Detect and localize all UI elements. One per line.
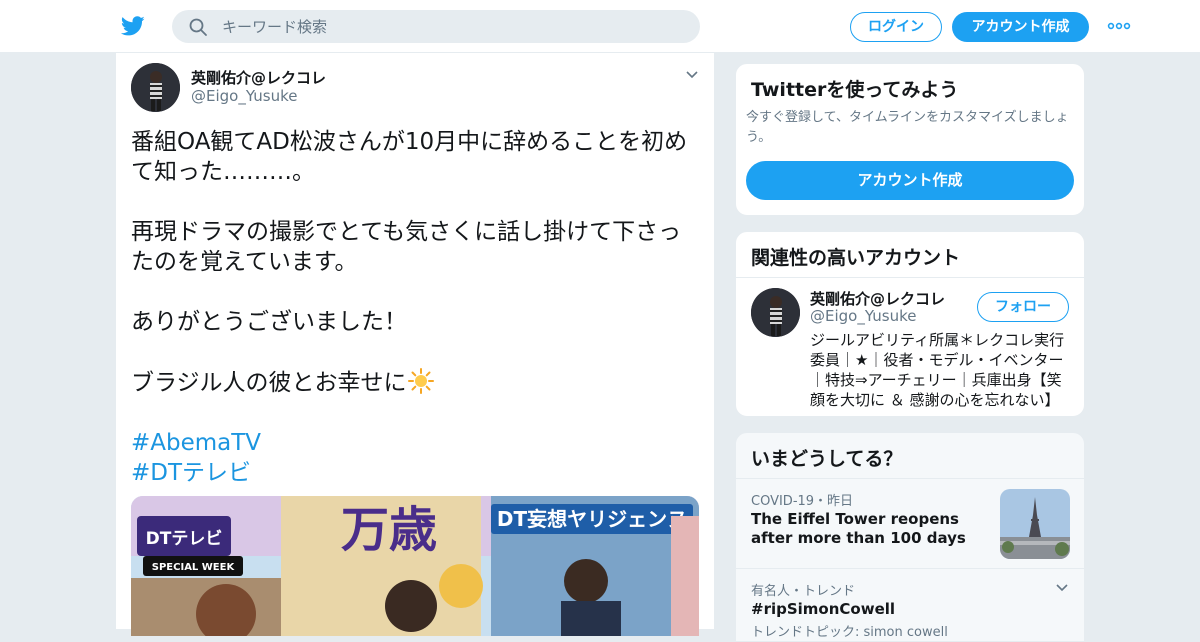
tweet-line: ブラジル人の彼とお幸せに <box>131 367 701 398</box>
search-bar[interactable] <box>172 10 700 43</box>
signup-card-title: Twitterを使ってみよう <box>751 79 959 101</box>
tweet-line: 番組OA観てAD松波さんが10月中に辞めることを初めて知った………。 <box>131 129 688 185</box>
trend-title[interactable]: The Eiffel Tower reopens after more than… <box>751 510 991 548</box>
hashtag-link[interactable]: #DTテレビ <box>131 458 701 488</box>
tweet-line-text: ブラジル人の彼とお幸せに <box>131 370 407 396</box>
signup-card: Twitterを使ってみよう 今すぐ登録して、タイムラインをカスタマイズしましょ… <box>735 63 1085 216</box>
divider <box>736 478 1084 479</box>
divider <box>736 568 1084 569</box>
more-options-icon[interactable] <box>1107 18 1131 34</box>
media-banner-text: DT妄想ヤリジェンヌ <box>497 507 687 531</box>
chevron-down-icon[interactable] <box>684 67 700 83</box>
hashtag-link[interactable]: #AbemaTV <box>131 428 701 458</box>
account-name[interactable]: 英剛佑介@レクコレ <box>810 288 945 309</box>
divider <box>736 277 1084 278</box>
trend-title[interactable]: #ripSimonCowell <box>751 600 895 618</box>
trends-card: いまどうしてる？ COVID-19・昨日 The Eiffel Tower re… <box>735 432 1085 642</box>
hashtags: #AbemaTV #DTテレビ <box>131 428 701 488</box>
avatar[interactable] <box>751 288 800 337</box>
login-button[interactable]: ログイン <box>850 12 942 42</box>
trends-title: いまどうしてる？ <box>751 448 903 470</box>
trend-thumbnail[interactable] <box>1000 489 1070 559</box>
media-big-text: 万歳 <box>341 502 437 558</box>
signup-card-button[interactable]: アカウント作成 <box>746 161 1074 200</box>
media-logo-text: DTテレビ <box>146 529 223 549</box>
top-bar: ログイン アカウント作成 <box>0 0 1200 53</box>
relevant-accounts-card: 関連性の高いアカウント 英剛佑介@レクコレ @Eigo_Yusuke フォロー … <box>735 231 1085 417</box>
tweet-line: ありがとうございました！ <box>131 309 407 335</box>
follow-button[interactable]: フォロー <box>977 292 1069 322</box>
search-input[interactable] <box>222 10 682 43</box>
trend-meta: 有名人・トレンド <box>751 584 856 599</box>
author-name[interactable]: 英剛佑介@レクコレ <box>191 67 326 88</box>
tweet-text: 番組OA観てAD松波さんが10月中に辞めることを初めて知った………。 再現ドラマ… <box>131 127 701 488</box>
twitter-bird-icon[interactable] <box>120 14 146 38</box>
trend-meta: COVID-19・昨日 <box>751 494 854 509</box>
search-icon <box>189 18 207 36</box>
tweet-line: 再現ドラマの撮影でとても気さくに話し掛けて下さったのを覚えています。 <box>131 219 682 275</box>
author-handle[interactable]: @Eigo_Yusuke <box>191 87 298 105</box>
chevron-down-icon[interactable] <box>1054 580 1070 596</box>
tweet-media-image[interactable]: DT妄想ヤリジェンヌ DTテレビ SPECIAL WEEK 万歳 <box>131 496 699 636</box>
sun-emoji-icon <box>407 368 434 394</box>
tweet-column: 英剛佑介@レクコレ @Eigo_Yusuke 番組OA観てAD松波さんが10月中… <box>115 53 715 636</box>
media-special-week: SPECIAL WEEK <box>152 562 236 573</box>
trend-subtitle: トレンドトピック: simon cowell <box>751 625 948 640</box>
account-handle[interactable]: @Eigo_Yusuke <box>810 307 917 325</box>
relevant-accounts-title: 関連性の高いアカウント <box>751 247 961 269</box>
avatar[interactable] <box>131 63 180 112</box>
signup-button[interactable]: アカウント作成 <box>952 12 1089 42</box>
signup-card-subtitle: 今すぐ登録して、タイムラインをカスタマイズしましょう。 <box>746 110 1069 145</box>
account-bio: ジールアビリティ所属＊レクコレ実行委員｜★｜役者・モデル・イベンター｜特技⇒アー… <box>810 331 1065 409</box>
